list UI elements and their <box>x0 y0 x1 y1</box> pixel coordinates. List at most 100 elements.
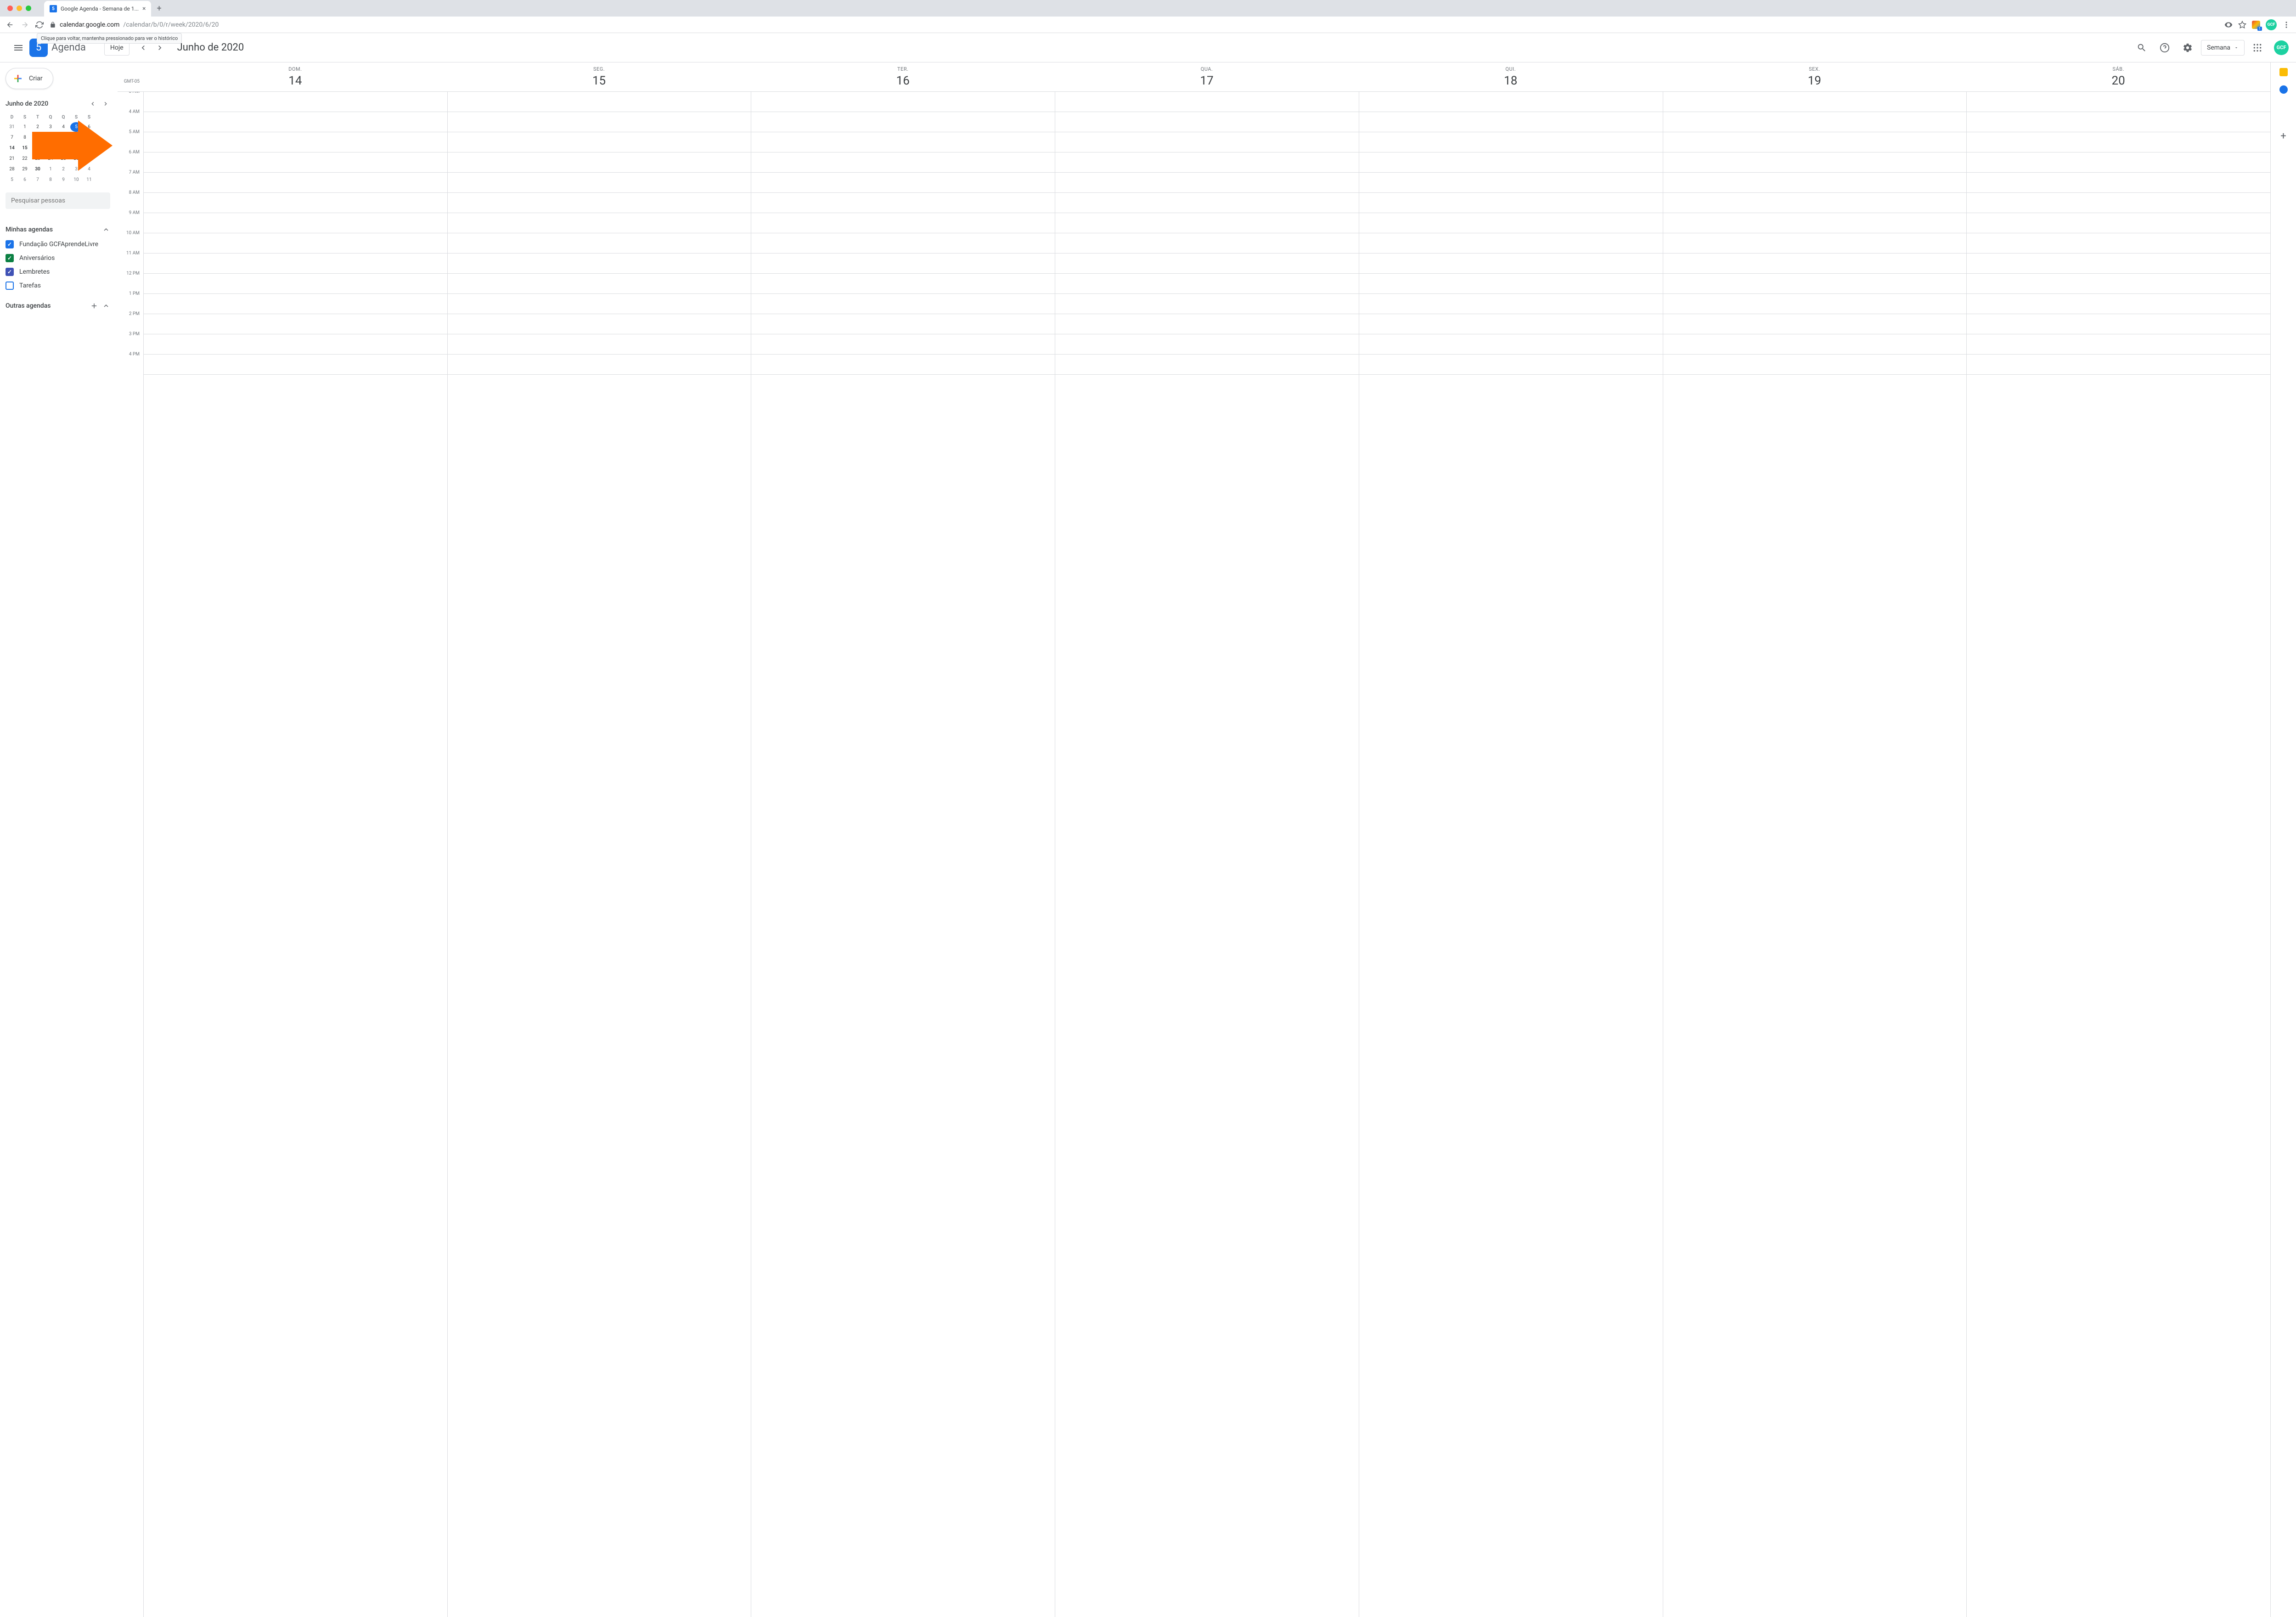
day-column[interactable] <box>1055 92 1359 1617</box>
user-avatar[interactable]: GCF <box>2274 40 2289 55</box>
day-header[interactable]: SEX.19 <box>1663 62 1967 91</box>
time-label: 6 AM <box>118 150 143 170</box>
extension-icon[interactable]: 1 <box>2252 21 2260 29</box>
mini-cal-day[interactable]: 22 <box>19 154 31 163</box>
tasks-icon[interactable] <box>2279 85 2288 94</box>
browser-tab[interactable]: 5 Google Agenda - Semana de 1... × <box>44 1 151 17</box>
day-header[interactable]: SÁB.20 <box>1966 62 2270 91</box>
mini-cal-day[interactable]: 5 <box>6 175 18 185</box>
mini-cal-day[interactable]: 30 <box>32 164 44 174</box>
calendar-item[interactable]: Tarefas <box>6 279 110 293</box>
add-addon-icon[interactable]: + <box>2280 130 2286 142</box>
google-apps-button[interactable] <box>2248 39 2267 57</box>
maximize-window-button[interactable] <box>26 6 31 11</box>
day-header[interactable]: DOM.14 <box>143 62 447 91</box>
calendar-checkbox[interactable] <box>6 268 14 276</box>
day-header[interactable]: QUA.17 <box>1055 62 1359 91</box>
reload-button[interactable] <box>35 20 44 29</box>
mini-cal-day[interactable]: 17 <box>45 143 56 153</box>
day-header[interactable]: QUI.18 <box>1359 62 1663 91</box>
mini-cal-day[interactable]: 26 <box>70 154 82 163</box>
mini-cal-day[interactable]: 23 <box>32 154 44 163</box>
mini-cal-day[interactable]: 4 <box>57 122 69 132</box>
view-selector[interactable]: Semana <box>2201 40 2245 56</box>
day-column[interactable] <box>1663 92 1967 1617</box>
mini-cal-day[interactable]: 2 <box>57 164 69 174</box>
mini-cal-day[interactable]: 5 <box>70 122 82 132</box>
mini-calendar-prev[interactable] <box>87 98 98 109</box>
day-column[interactable] <box>447 92 751 1617</box>
mini-cal-day[interactable]: 4 <box>83 164 95 174</box>
keep-icon[interactable] <box>2279 68 2288 76</box>
minimize-window-button[interactable] <box>17 6 22 11</box>
day-column[interactable] <box>751 92 1055 1617</box>
chrome-profile-avatar[interactable]: GCF <box>2266 19 2277 30</box>
mini-cal-day[interactable]: 11 <box>57 133 69 142</box>
mini-cal-day[interactable]: 6 <box>19 175 31 185</box>
day-header[interactable]: TER.16 <box>751 62 1055 91</box>
calendar-item[interactable]: Lembretes <box>6 265 110 279</box>
mini-cal-day[interactable]: 10 <box>70 175 82 185</box>
mini-cal-day[interactable]: 1 <box>45 164 56 174</box>
mini-cal-day[interactable]: 15 <box>19 143 31 153</box>
mini-cal-day[interactable]: 14 <box>6 143 18 153</box>
mini-cal-day[interactable]: 28 <box>6 164 18 174</box>
time-label: 8 AM <box>118 190 143 210</box>
help-button[interactable] <box>2155 38 2174 57</box>
mini-cal-day[interactable]: 21 <box>6 154 18 163</box>
mini-cal-day[interactable]: 10 <box>45 133 56 142</box>
search-people-input[interactable] <box>6 192 110 209</box>
mini-cal-day[interactable]: 8 <box>45 175 56 185</box>
day-header[interactable]: SEG.15 <box>447 62 751 91</box>
add-calendar-icon[interactable] <box>90 302 98 310</box>
mini-cal-day[interactable]: 13 <box>83 133 95 142</box>
create-button[interactable]: Criar <box>6 68 53 89</box>
mini-cal-day[interactable]: 20 <box>83 143 95 153</box>
week-grid[interactable] <box>143 92 2270 1617</box>
calendar-item[interactable]: Aniversários <box>6 251 110 265</box>
mini-cal-day[interactable]: 7 <box>32 175 44 185</box>
mini-cal-day[interactable]: 25 <box>57 154 69 163</box>
mini-cal-day[interactable]: 12 <box>70 133 82 142</box>
back-button[interactable] <box>6 20 15 29</box>
mini-cal-day[interactable]: 27 <box>83 154 95 163</box>
mini-cal-day[interactable]: 2 <box>32 122 44 132</box>
mini-cal-day[interactable]: 1 <box>19 122 31 132</box>
calendar-checkbox[interactable] <box>6 282 14 290</box>
mini-cal-day[interactable]: 7 <box>6 133 18 142</box>
day-column[interactable] <box>143 92 447 1617</box>
day-column[interactable] <box>1359 92 1663 1617</box>
browser-url-bar: calendar.google.com/calendar/b/0/r/week/… <box>0 17 2296 33</box>
mini-cal-day[interactable]: 24 <box>45 154 56 163</box>
my-calendars-toggle[interactable]: Minhas agendas <box>6 222 110 237</box>
mini-calendar-next[interactable] <box>100 98 111 109</box>
forward-button[interactable] <box>20 20 29 29</box>
mini-cal-day[interactable]: 19 <box>70 143 82 153</box>
mini-cal-day[interactable]: 3 <box>70 164 82 174</box>
other-calendars-toggle[interactable]: Outras agendas <box>6 298 110 314</box>
mini-cal-day[interactable]: 9 <box>32 133 44 142</box>
settings-button[interactable] <box>2178 38 2197 57</box>
day-column[interactable] <box>1966 92 2270 1617</box>
close-tab-icon[interactable]: × <box>142 5 146 12</box>
calendar-checkbox[interactable] <box>6 240 14 248</box>
mini-cal-day[interactable]: 11 <box>83 175 95 185</box>
close-window-button[interactable] <box>7 6 13 11</box>
mini-cal-day[interactable]: 29 <box>19 164 31 174</box>
search-button[interactable] <box>2132 38 2151 57</box>
calendar-checkbox[interactable] <box>6 254 14 262</box>
mini-cal-day[interactable]: 3 <box>45 122 56 132</box>
mini-cal-day[interactable]: 18 <box>57 143 69 153</box>
mini-cal-day[interactable]: 9 <box>57 175 69 185</box>
mini-cal-day[interactable]: 6 <box>83 122 95 132</box>
calendar-item[interactable]: Fundação GCFAprendeLivre <box>6 237 110 251</box>
mini-cal-day[interactable]: 16 <box>32 143 44 153</box>
mini-cal-day[interactable]: 31 <box>6 122 18 132</box>
main-menu-button[interactable] <box>7 37 29 59</box>
chrome-menu-icon[interactable] <box>2282 21 2290 29</box>
eye-icon[interactable] <box>2224 21 2233 29</box>
mini-cal-day[interactable]: 8 <box>19 133 31 142</box>
new-tab-button[interactable]: + <box>157 4 161 13</box>
star-icon[interactable] <box>2238 21 2246 29</box>
url-field[interactable]: calendar.google.com/calendar/b/0/r/week/… <box>50 21 2219 28</box>
